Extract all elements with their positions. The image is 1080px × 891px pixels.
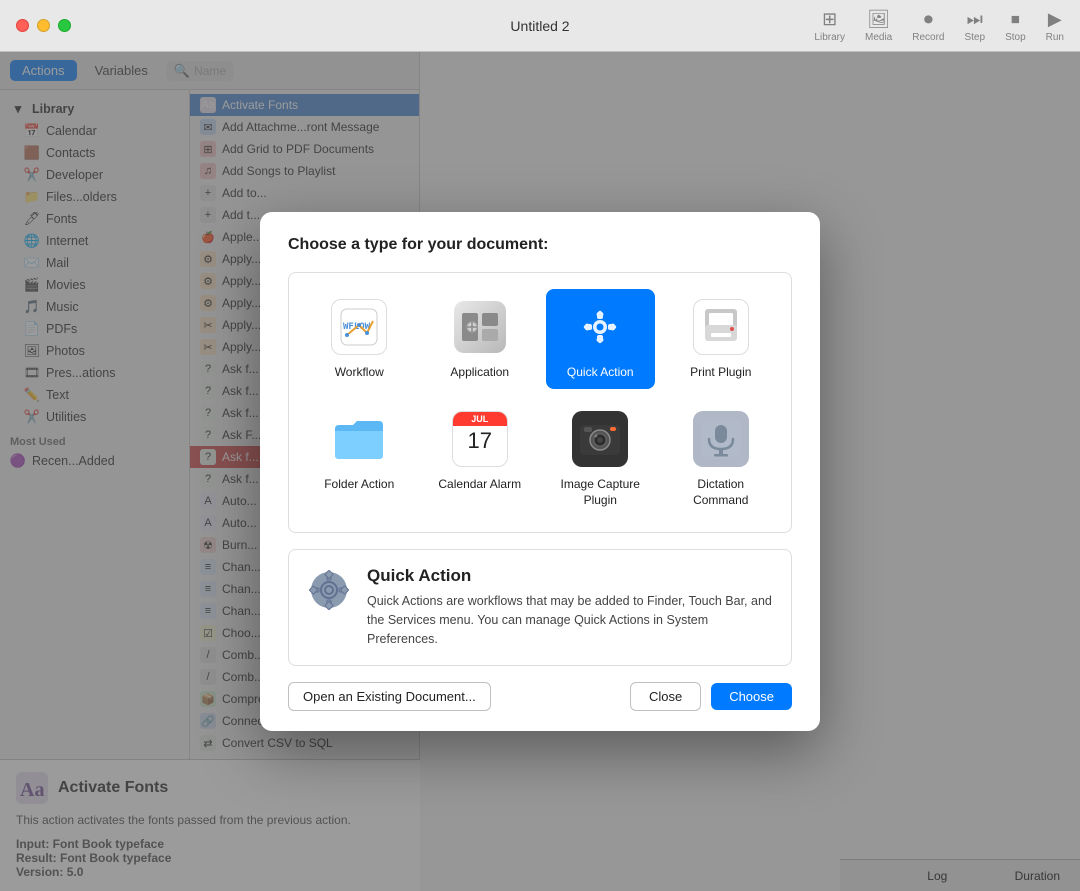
window-title: Untitled 2: [510, 18, 569, 34]
desc-box-title: Quick Action: [367, 566, 775, 586]
doc-types-grid: WFLOW Workflow: [288, 272, 792, 533]
record-button[interactable]: ⏺ Record: [912, 9, 944, 43]
doc-type-application[interactable]: Application: [426, 289, 535, 389]
folder-action-icon-container: [329, 409, 389, 469]
workflow-icon: WFLOW: [331, 299, 387, 355]
workflow-label: Workflow: [335, 365, 384, 381]
media-icon: 🖼: [867, 9, 890, 30]
stop-button[interactable]: ⏹ Stop: [1005, 9, 1026, 43]
doc-type-workflow[interactable]: WFLOW Workflow: [305, 289, 414, 389]
run-button[interactable]: ▶ Run: [1046, 9, 1064, 43]
quick-action-label: Quick Action: [567, 365, 634, 381]
media-button[interactable]: 🖼 Media: [865, 9, 892, 43]
doc-type-dictation[interactable]: Dictation Command: [667, 401, 776, 516]
desc-box-text: Quick Actions are workflows that may be …: [367, 592, 775, 648]
dictation-label: Dictation Command: [671, 477, 772, 508]
doc-type-quick-action[interactable]: Quick Action: [546, 289, 655, 389]
doc-type-image-capture[interactable]: Image Capture Plugin: [546, 401, 655, 516]
library-button[interactable]: ⊞ Library: [814, 9, 845, 43]
print-icon: [699, 305, 743, 349]
print-plugin-label: Print Plugin: [690, 365, 751, 381]
close-button[interactable]: Close: [630, 682, 701, 711]
image-capture-label: Image Capture Plugin: [550, 477, 651, 508]
modal-footer: Open an Existing Document... Close Choos…: [288, 682, 792, 711]
quick-action-icon: [572, 299, 628, 355]
dictation-icon: [693, 411, 749, 467]
choose-button[interactable]: Choose: [711, 683, 792, 710]
doc-type-folder-action[interactable]: Folder Action: [305, 401, 414, 516]
gear-icon: [580, 307, 620, 347]
microphone-icon: [699, 417, 743, 461]
stop-icon: ⏹: [1011, 9, 1020, 30]
doc-type-print-plugin[interactable]: Print Plugin: [667, 289, 776, 389]
dictation-icon-container: [691, 409, 751, 469]
quick-action-desc-icon: [305, 566, 353, 614]
image-capture-icon: [572, 411, 628, 467]
record-icon: ⏺: [924, 9, 933, 30]
application-icon: [452, 299, 508, 355]
quick-action-icon-container: [570, 297, 630, 357]
maximize-button[interactable]: [58, 19, 71, 32]
close-button[interactable]: [16, 19, 29, 32]
cal-day: 17: [468, 430, 492, 452]
application-icon-container: [450, 297, 510, 357]
modal-dialog: Choose a type for your document: WFLOW: [260, 212, 820, 730]
print-plugin-icon: [693, 299, 749, 355]
open-existing-button[interactable]: Open an Existing Document...: [288, 682, 491, 711]
step-icon: ⏭: [967, 9, 983, 30]
app-body: Actions Variables 🔍 Name ▾ Library 📅 Cal…: [0, 52, 1080, 891]
run-icon: ▶: [1048, 9, 1062, 30]
title-bar: Untitled 2 ⊞ Library 🖼 Media ⏺ Record ⏭ …: [0, 0, 1080, 52]
workflow-icon-container: WFLOW: [329, 297, 389, 357]
calendar-alarm-label: Calendar Alarm: [438, 477, 521, 493]
folder-icon: [331, 411, 387, 467]
print-plugin-icon-container: [691, 297, 751, 357]
calendar-alarm-icon-container: JUL 17: [450, 409, 510, 469]
toolbar: ⊞ Library 🖼 Media ⏺ Record ⏭ Step ⏹ Stop…: [814, 9, 1064, 43]
workflow-svg: WFLOW: [339, 307, 379, 347]
minimize-button[interactable]: [37, 19, 50, 32]
cal-header: JUL: [453, 412, 507, 426]
camera-icon: [578, 417, 622, 461]
description-box: Quick Action Quick Actions are workflows…: [288, 549, 792, 665]
library-icon: ⊞: [822, 9, 837, 30]
folder-action-label: Folder Action: [324, 477, 394, 493]
modal-overlay: Choose a type for your document: WFLOW: [0, 52, 1080, 891]
step-button[interactable]: ⏭ Step: [964, 9, 985, 43]
modal-title: Choose a type for your document:: [288, 236, 792, 254]
doc-type-calendar-alarm[interactable]: JUL 17 Calendar Alarm: [426, 401, 535, 516]
folder-action-icon: [331, 411, 387, 467]
image-capture-icon-container: [570, 409, 630, 469]
traffic-lights: [16, 19, 71, 32]
calendar-alarm-icon: JUL 17: [452, 411, 508, 467]
application-label: Application: [450, 365, 509, 381]
desc-box-content: Quick Action Quick Actions are workflows…: [367, 566, 775, 648]
